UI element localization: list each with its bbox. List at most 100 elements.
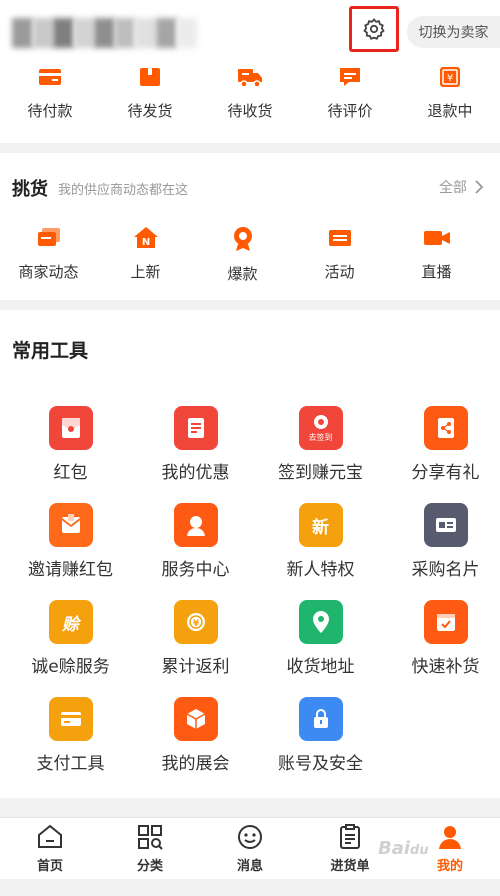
coin-icon: ¥: [173, 600, 218, 644]
svg-text:N: N: [141, 237, 149, 248]
tab-label: 我的: [436, 859, 463, 874]
order-label: 待付款: [27, 102, 73, 120]
tool-label: 服务中心: [161, 560, 230, 580]
tool-label: 分享有礼: [411, 463, 480, 483]
pick-label: 爆款: [227, 265, 258, 283]
ticket-icon: [328, 230, 351, 246]
pick-hot-items[interactable]: 爆款: [194, 225, 291, 284]
svg-text:¥: ¥: [447, 73, 453, 84]
payment-card-icon: [48, 697, 93, 741]
restock-box-icon: [423, 600, 468, 644]
tool-shipping-address[interactable]: 收货地址: [258, 600, 383, 697]
purchase-list-icon: [340, 824, 360, 849]
order-pending-review[interactable]: 待评价: [300, 64, 400, 121]
user-icon: [439, 826, 461, 849]
chevron-right-icon: [475, 180, 484, 194]
tab-home[interactable]: 首页: [0, 818, 100, 879]
pick-label: 直播: [421, 263, 452, 281]
tool-label: 收货地址: [286, 657, 355, 677]
tab-purchase-list[interactable]: 进货单: [300, 818, 400, 879]
settings-button[interactable]: [349, 6, 399, 52]
tool-label: 新人特权: [286, 560, 355, 580]
order-pending-shipment[interactable]: 待发货: [100, 64, 200, 121]
tool-my-expo[interactable]: 我的展会: [133, 697, 258, 794]
bottom-tab-bar: 首页 分类 消息 进货单 我的: [0, 817, 500, 879]
blurred-username: [12, 18, 198, 48]
share-icon: [423, 406, 468, 450]
svg-text:¥: ¥: [192, 619, 199, 629]
order-status-row: 待付款 待发货 待收货 待评价 ¥ 退款中: [0, 64, 500, 121]
common-tools-card: 常用工具 红包 我的优惠 去签到 签到赚元宝 分享有礼 邀请赚红包 服务中心 新…: [0, 310, 500, 798]
order-pending-receipt[interactable]: 待收货: [200, 64, 300, 121]
pick-title: 挑货: [12, 179, 48, 200]
wallet-icon: [39, 69, 61, 85]
pick-label: 商家动态: [18, 263, 79, 281]
checkin-badge: 去签到: [308, 433, 333, 442]
view-all-link[interactable]: 全部: [439, 177, 484, 197]
medal-icon: [233, 227, 252, 251]
newcomer-icon: 新: [298, 503, 343, 547]
pick-live[interactable]: 直播: [388, 225, 485, 284]
tool-account-security[interactable]: 账号及安全: [258, 697, 383, 794]
order-refunding[interactable]: ¥ 退款中: [400, 64, 500, 121]
pick-subtitle: 我的供应商动态都在这: [58, 183, 189, 198]
checkin-icon: 去签到: [298, 406, 343, 450]
comment-icon: [340, 68, 360, 86]
tab-label: 进货单: [330, 859, 370, 874]
switch-to-seller-button[interactable]: 切换为卖家: [407, 16, 500, 48]
tool-quick-restock[interactable]: 快速补货: [383, 600, 500, 697]
tab-label: 首页: [36, 859, 63, 874]
pick-activities[interactable]: 活动: [291, 225, 388, 284]
pick-label: 上新: [130, 263, 161, 281]
pick-new-arrivals[interactable]: N 上新: [97, 225, 194, 284]
tab-mine[interactable]: 我的: [400, 818, 500, 879]
tool-label: 我的展会: [161, 754, 230, 774]
tool-payment[interactable]: 支付工具: [8, 697, 133, 794]
service-agent-icon: [173, 503, 218, 547]
tool-credit-service[interactable]: 赊 诚e赊服务: [8, 600, 133, 697]
tool-rebate[interactable]: ¥ 累计返利: [133, 600, 258, 697]
tool-checkin[interactable]: 去签到 签到赚元宝: [258, 406, 383, 503]
tool-share-gift[interactable]: 分享有礼: [383, 406, 500, 503]
lock-icon: [298, 697, 343, 741]
tool-label: 采购名片: [411, 560, 480, 580]
credit-icon: 赊: [48, 600, 93, 644]
tool-label: 诚e赊服务: [31, 657, 110, 677]
invite-envelope-icon: [48, 503, 93, 547]
truck-icon: [238, 69, 262, 88]
pick-goods-card: 挑货 我的供应商动态都在这 全部 商家动态 N 上新 爆款 活动 直播: [0, 153, 500, 300]
tool-service-center[interactable]: 服务中心: [133, 503, 258, 600]
tab-label: 分类: [136, 859, 163, 874]
order-label: 待评价: [327, 102, 373, 120]
tools-grid: 红包 我的优惠 去签到 签到赚元宝 分享有礼 邀请赚红包 服务中心 新 新人特权…: [8, 406, 500, 794]
view-all-label: 全部: [439, 180, 467, 196]
tool-business-card[interactable]: 采购名片: [383, 503, 500, 600]
tool-label: 累计返利: [161, 657, 230, 677]
order-label: 待发货: [127, 102, 173, 120]
message-icon: [238, 825, 262, 849]
tool-my-coupons[interactable]: 我的优惠: [133, 406, 258, 503]
tool-label: 签到赚元宝: [278, 463, 363, 483]
tool-label: 我的优惠: [161, 463, 230, 483]
cards-icon: [37, 228, 60, 246]
order-label: 退款中: [427, 102, 473, 120]
category-icon: [138, 825, 163, 850]
profile-header: 切换为卖家 待付款 待发货 待收货 待评价 ¥ 退款中: [0, 0, 500, 143]
tool-invite-envelope[interactable]: 邀请赚红包: [8, 503, 133, 600]
business-card-icon: [423, 503, 468, 547]
bottom-safe-area: [0, 879, 500, 896]
gear-icon: [363, 18, 385, 40]
tool-red-envelope[interactable]: 红包: [8, 406, 133, 503]
new-house-icon: N: [133, 227, 158, 248]
tool-label: 快速补货: [411, 657, 480, 677]
tool-newcomer[interactable]: 新 新人特权: [258, 503, 383, 600]
tab-messages[interactable]: 消息: [200, 818, 300, 879]
order-pending-payment[interactable]: 待付款: [0, 64, 100, 121]
pick-goods-row: 商家动态 N 上新 爆款 活动 直播: [0, 225, 500, 284]
pick-label: 活动: [324, 263, 355, 281]
tool-label: 红包: [53, 463, 88, 483]
pick-merchant-updates[interactable]: 商家动态: [0, 225, 97, 284]
package-icon: [140, 68, 160, 86]
tab-category[interactable]: 分类: [100, 818, 200, 879]
location-pin-icon: [298, 600, 343, 644]
